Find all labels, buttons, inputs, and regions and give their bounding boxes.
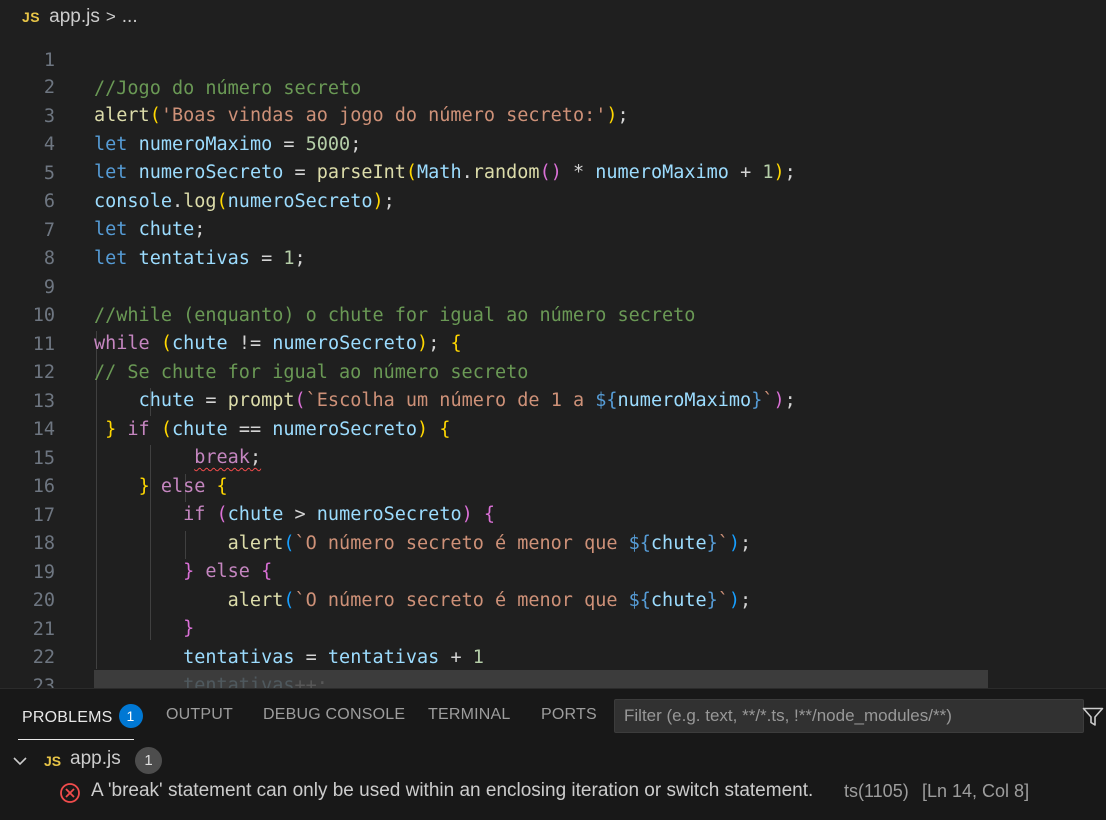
code-line: 15 } else {	[0, 416, 1106, 498]
tab-output[interactable]: OUTPUT	[166, 706, 233, 724]
code-line: 6 let chute;	[0, 159, 1106, 241]
code-line: 22 tentativas++;	[0, 615, 1106, 688]
code-line: 11 // Se chute for igual ao número secre…	[0, 302, 1106, 384]
code-line: 21 tentativas = tentativas + 1	[0, 587, 1106, 669]
breadcrumb: JS app.js > ...	[0, 0, 1106, 34]
breadcrumb-file[interactable]: app.js	[49, 6, 100, 28]
problem-source: ts(1105)	[844, 781, 909, 801]
tab-ports[interactable]: PORTS	[541, 706, 597, 724]
tab-debug-console[interactable]: DEBUG CONSOLE	[263, 706, 405, 724]
bottom-panel: PROBLEMS 1 OUTPUT DEBUG CONSOLE TERMINAL …	[0, 688, 1106, 820]
code-line: 23 }	[0, 644, 1106, 688]
active-tab-indicator	[18, 739, 134, 740]
problem-message: A 'break' statement can only be used wit…	[91, 780, 814, 801]
problem-file-name: app.js	[70, 748, 121, 769]
code-line: 7 let tentativas = 1;	[0, 188, 1106, 270]
code-line: 14 break;	[0, 387, 1106, 469]
code-line: 13 } if (chute == numeroSecreto) {	[0, 359, 1106, 441]
code-line: 18 } else {	[0, 501, 1106, 583]
filter-icon[interactable]	[1082, 707, 1104, 727]
error-icon	[60, 783, 80, 803]
code-line: 8	[0, 216, 1106, 269]
horizontal-scrollbar[interactable]	[94, 670, 988, 688]
code-line: 4 let numeroSecreto = parseInt(Math.rand…	[0, 102, 1106, 184]
problems-count-badge: 1	[118, 704, 143, 728]
code-line: 12 chute = prompt(`Escolha um número de …	[0, 330, 1106, 412]
breadcrumb-separator: >	[105, 7, 116, 26]
tab-terminal[interactable]: TERMINAL	[428, 706, 511, 724]
tab-problems[interactable]: PROBLEMS 1	[22, 704, 143, 730]
code-line: 2 alert('Boas vindas ao jogo do número s…	[0, 45, 1106, 127]
tab-problems-label: PROBLEMS	[22, 709, 113, 727]
code-line: 10 while (chute != numeroSecreto); {	[0, 273, 1106, 355]
code-line: 20 }	[0, 558, 1106, 640]
problem-file-count-badge: 1	[135, 747, 162, 774]
code-line: 5 console.log(numeroSecreto);	[0, 131, 1106, 213]
vscode-window: 1 //Jogo do número secreto 2 alert('Boas…	[0, 0, 1106, 820]
code-line: 16 if (chute > numeroSecreto) {	[0, 444, 1106, 526]
code-line: 19 alert(`O número secreto é menor que $…	[0, 530, 1106, 612]
code-line: 17 alert(`O número secreto é menor que $…	[0, 473, 1106, 555]
chevron-down-icon[interactable]	[12, 754, 28, 768]
javascript-file-icon: JS	[44, 753, 62, 769]
code-editor[interactable]: 1 //Jogo do número secreto 2 alert('Boas…	[0, 0, 1106, 688]
problem-item[interactable]: A 'break' statement can only be used wit…	[0, 778, 1106, 806]
code-line: 9 //while (enquanto) o chute for igual a…	[0, 245, 1106, 327]
problem-location: [Ln 14, Col 8]	[922, 781, 1030, 801]
code-line: 3 let numeroMaximo = 5000;	[0, 74, 1106, 156]
panel-tabs: PROBLEMS 1 OUTPUT DEBUG CONSOLE TERMINAL …	[0, 689, 1106, 743]
problem-file-group[interactable]: JS app.js 1	[0, 747, 1106, 775]
javascript-file-icon: JS	[22, 9, 41, 25]
problems-filter-input[interactable]	[614, 699, 1084, 733]
breadcrumb-more[interactable]: ...	[122, 6, 138, 28]
